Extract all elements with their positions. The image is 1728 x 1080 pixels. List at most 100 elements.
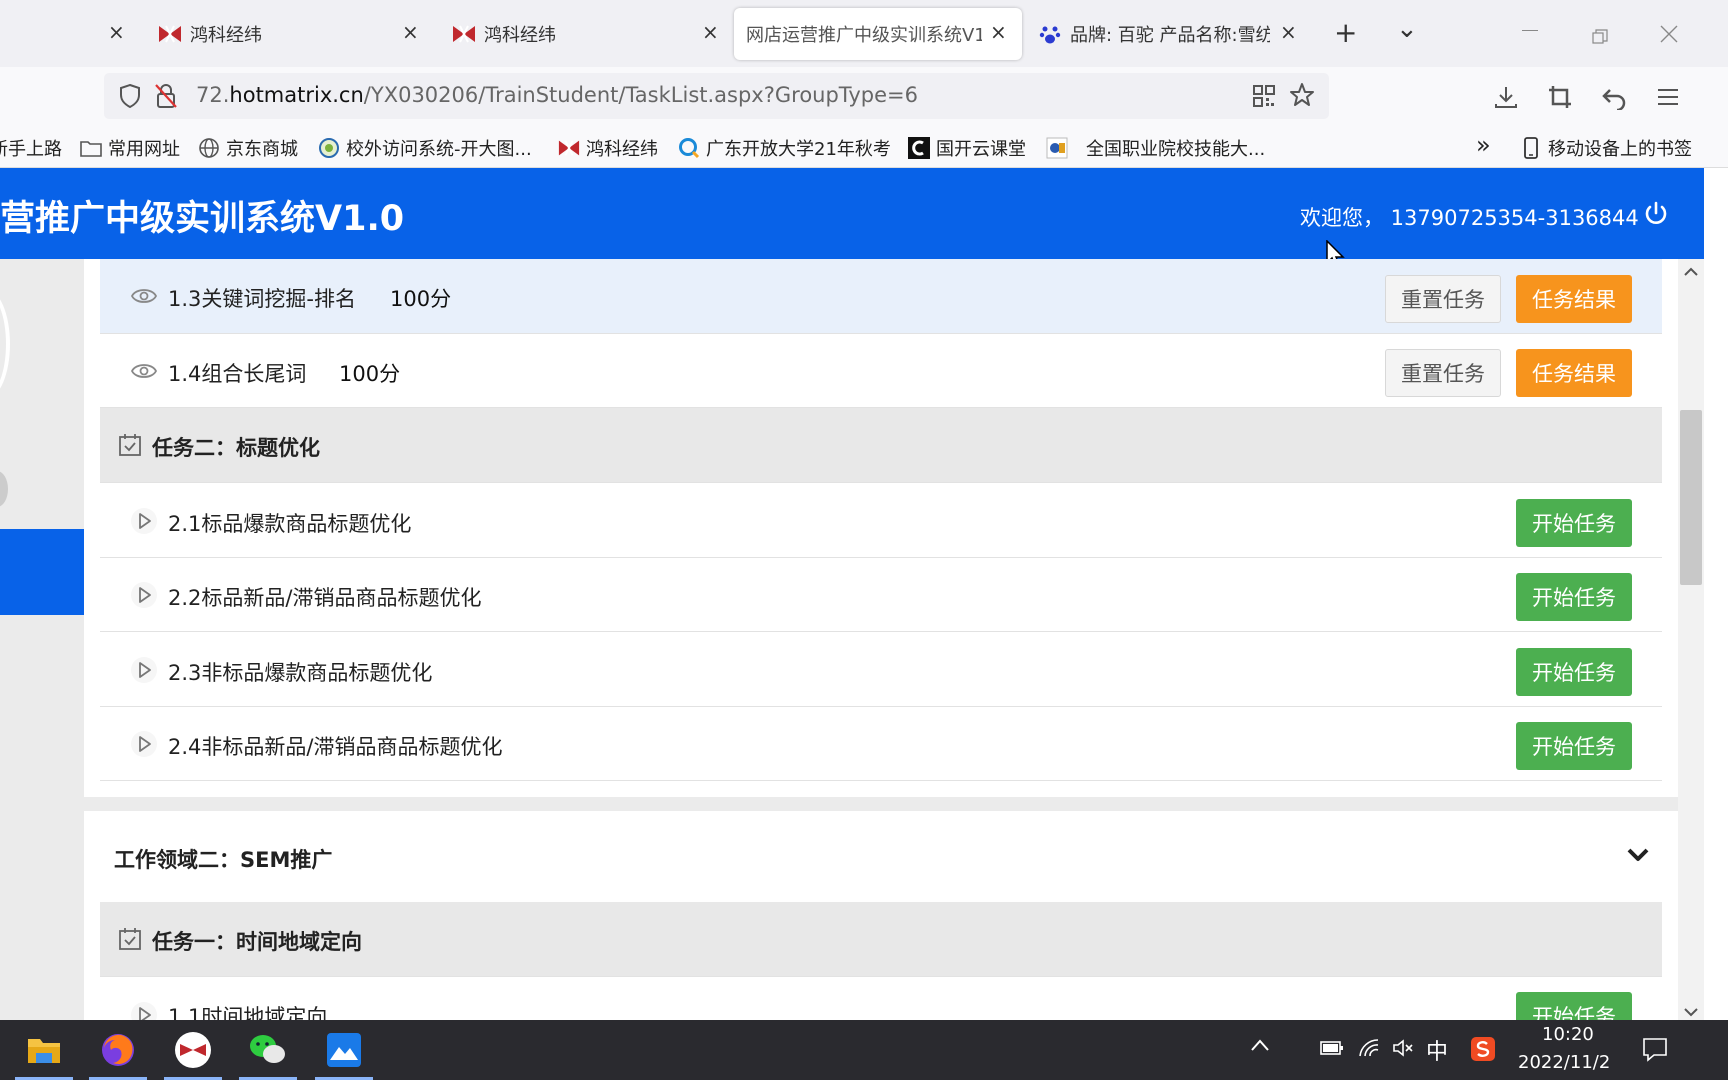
start-task-button[interactable]: 开始任务 bbox=[1516, 722, 1632, 770]
start-task-button[interactable]: 开始任务 bbox=[1516, 499, 1632, 547]
bookmark-label: 新手上路 bbox=[0, 139, 62, 160]
mobile-device-icon bbox=[1520, 137, 1542, 159]
bookmark-label: 全国职业院校技能大... bbox=[1086, 139, 1266, 160]
baidu-paw-icon bbox=[1038, 22, 1062, 46]
play-icon bbox=[130, 1001, 158, 1020]
bookmark-item[interactable]: 国开云课堂 bbox=[908, 135, 1026, 161]
task-result-button[interactable]: 任务结果 bbox=[1516, 275, 1632, 323]
play-icon bbox=[130, 656, 158, 684]
app-header: 营推广中级实训系统V1.0 欢迎您， 13790725354-3136844 bbox=[0, 168, 1704, 259]
url-bar[interactable]: 72.hotmatrix.cn/YX030206/TrainStudent/Ta… bbox=[104, 73, 1329, 119]
reset-task-button[interactable]: 重置任务 bbox=[1385, 275, 1501, 323]
scrollbar-track[interactable] bbox=[1678, 259, 1704, 1020]
page-title: 营推广中级实训系统V1.0 bbox=[0, 199, 405, 239]
bookmark-item[interactable]: 京东商城 bbox=[198, 135, 298, 161]
qr-code-icon[interactable] bbox=[1250, 82, 1278, 110]
mobile-bookmarks[interactable]: 移动设备上的书签 bbox=[1520, 135, 1692, 161]
tab-2[interactable]: 鸿科经纬 × bbox=[452, 8, 720, 60]
task-label: 1.1时间地域定向 bbox=[168, 1005, 328, 1020]
bookmark-folder[interactable]: 常用网址 bbox=[80, 135, 180, 161]
wechat-icon[interactable] bbox=[246, 1028, 290, 1072]
tab-1[interactable]: 鸿科经纬 × bbox=[158, 8, 426, 60]
tab-4[interactable]: 品牌: 百驼 产品名称:雪纺 × bbox=[1038, 8, 1300, 60]
input-language[interactable]: 中 bbox=[1426, 1034, 1448, 1066]
close-icon[interactable]: × bbox=[402, 20, 419, 44]
scrollbar-thumb[interactable] bbox=[1680, 410, 1702, 585]
tab-label: 网店运营推广中级实训系统V1 bbox=[746, 25, 982, 46]
bookmark-item[interactable]: 广东开放大学21年秋考 bbox=[678, 135, 891, 161]
left-sidebar bbox=[0, 259, 83, 1020]
scroll-up-icon[interactable] bbox=[1684, 262, 1698, 281]
close-window-icon[interactable] bbox=[1660, 24, 1678, 49]
task-row: 1.1时间地域定向 开始任务 bbox=[100, 977, 1662, 1020]
reset-task-button[interactable]: 重置任务 bbox=[1385, 349, 1501, 397]
bookmark-item[interactable]: 鸿科经纬 bbox=[558, 135, 658, 161]
hongke-app-icon[interactable] bbox=[171, 1028, 215, 1072]
menu-icon[interactable] bbox=[1654, 83, 1682, 111]
scroll-down-icon[interactable] bbox=[1684, 1002, 1698, 1021]
close-icon[interactable]: × bbox=[1280, 20, 1297, 44]
battery-icon[interactable] bbox=[1320, 1040, 1344, 1061]
play-icon bbox=[130, 581, 158, 609]
bookmark-label: 校外访问系统-开大图... bbox=[346, 139, 532, 160]
photos-app-icon[interactable] bbox=[322, 1028, 366, 1072]
chevron-down-icon[interactable] bbox=[1626, 846, 1650, 864]
task-score: 100分 bbox=[390, 287, 452, 311]
calendar-check-icon bbox=[118, 927, 142, 951]
minimize-icon[interactable] bbox=[1522, 30, 1538, 31]
play-icon bbox=[130, 730, 158, 758]
bookmarks-overflow-button[interactable]: » bbox=[1476, 131, 1491, 159]
file-explorer-icon[interactable] bbox=[22, 1028, 66, 1072]
hongke-logo-icon bbox=[558, 137, 580, 159]
show-hidden-icons-chevron-icon[interactable] bbox=[1250, 1036, 1270, 1057]
task-row: 2.3非标品爆款商品标题优化 开始任务 bbox=[100, 632, 1662, 707]
clock-date[interactable]: 2022/11/2 bbox=[1518, 1052, 1610, 1073]
bookmark-label: 国开云课堂 bbox=[936, 139, 1026, 160]
new-tab-icon[interactable]: + bbox=[1334, 16, 1357, 49]
task-row: 1.3关键词挖掘-排名 100分 重置任务 任务结果 bbox=[100, 259, 1662, 334]
navigation-bar: 72.hotmatrix.cn/YX030206/TrainStudent/Ta… bbox=[0, 67, 1728, 127]
globe-icon bbox=[198, 137, 220, 159]
star-bookmark-icon[interactable] bbox=[1288, 81, 1316, 109]
notification-center-icon[interactable] bbox=[1642, 1036, 1668, 1067]
task-result-button[interactable]: 任务结果 bbox=[1516, 349, 1632, 397]
task-group-title: 任务二：标题优化 bbox=[152, 436, 320, 460]
task-row: 2.2标品新品/滞销品商品标题优化 开始任务 bbox=[100, 558, 1662, 632]
bookmark-item[interactable]: 新手上路 bbox=[0, 135, 62, 161]
tab-list-icon[interactable]: ⌄ bbox=[1396, 14, 1418, 44]
insecure-lock-icon[interactable] bbox=[152, 82, 180, 110]
task-group-title: 任务一：时间地域定向 bbox=[152, 930, 362, 954]
volume-muted-icon[interactable] bbox=[1392, 1038, 1414, 1063]
wifi-icon[interactable] bbox=[1358, 1038, 1380, 1063]
start-task-button[interactable]: 开始任务 bbox=[1516, 573, 1632, 621]
task-row: 1.4组合长尾词 100分 重置任务 任务结果 bbox=[100, 334, 1662, 408]
crop-icon[interactable] bbox=[1546, 83, 1574, 111]
sidebar-item-active[interactable] bbox=[0, 529, 84, 615]
tab-label: 鸿科经纬 bbox=[190, 25, 262, 46]
close-icon[interactable]: × bbox=[702, 20, 719, 44]
download-icon[interactable] bbox=[1492, 83, 1520, 111]
start-task-button[interactable]: 开始任务 bbox=[1516, 992, 1632, 1020]
restore-icon[interactable] bbox=[1592, 26, 1608, 51]
task-label: 2.1标品爆款商品标题优化 bbox=[168, 512, 412, 536]
url-text[interactable]: 72.hotmatrix.cn/YX030206/TrainStudent/Ta… bbox=[196, 83, 918, 107]
c-logo-icon bbox=[908, 137, 930, 159]
sogou-ime-icon[interactable] bbox=[1470, 1036, 1496, 1067]
url-path: /YX030206/TrainStudent/TaskList.aspx?Gro… bbox=[363, 83, 918, 107]
bookmark-label: 常用网址 bbox=[108, 139, 180, 160]
clock-time[interactable]: 10:20 bbox=[1542, 1024, 1594, 1045]
close-icon[interactable]: × bbox=[990, 20, 1007, 44]
bookmark-item[interactable]: 校外访问系统-开大图... bbox=[318, 135, 532, 161]
tab-0[interactable]: × bbox=[0, 8, 130, 60]
work-area-title[interactable]: 工作领域二：SEM推广 bbox=[114, 844, 332, 874]
bookmarks-bar: 新手上路 常用网址 京东商城 校外访问系统-开大图... 鸿科经纬 广东开放大学… bbox=[0, 127, 1728, 168]
firefox-icon[interactable] bbox=[96, 1028, 140, 1072]
undo-icon[interactable] bbox=[1600, 83, 1628, 111]
start-task-button[interactable]: 开始任务 bbox=[1516, 648, 1632, 696]
close-icon[interactable]: × bbox=[108, 20, 125, 44]
bookmark-item[interactable]: 全国职业院校技能大... bbox=[1046, 135, 1265, 161]
tab-3-active[interactable]: 网店运营推广中级实训系统V1 × bbox=[734, 8, 1022, 60]
task-score: 100分 bbox=[339, 362, 401, 386]
power-logout-icon[interactable] bbox=[1642, 200, 1670, 228]
shield-icon[interactable] bbox=[116, 82, 144, 110]
